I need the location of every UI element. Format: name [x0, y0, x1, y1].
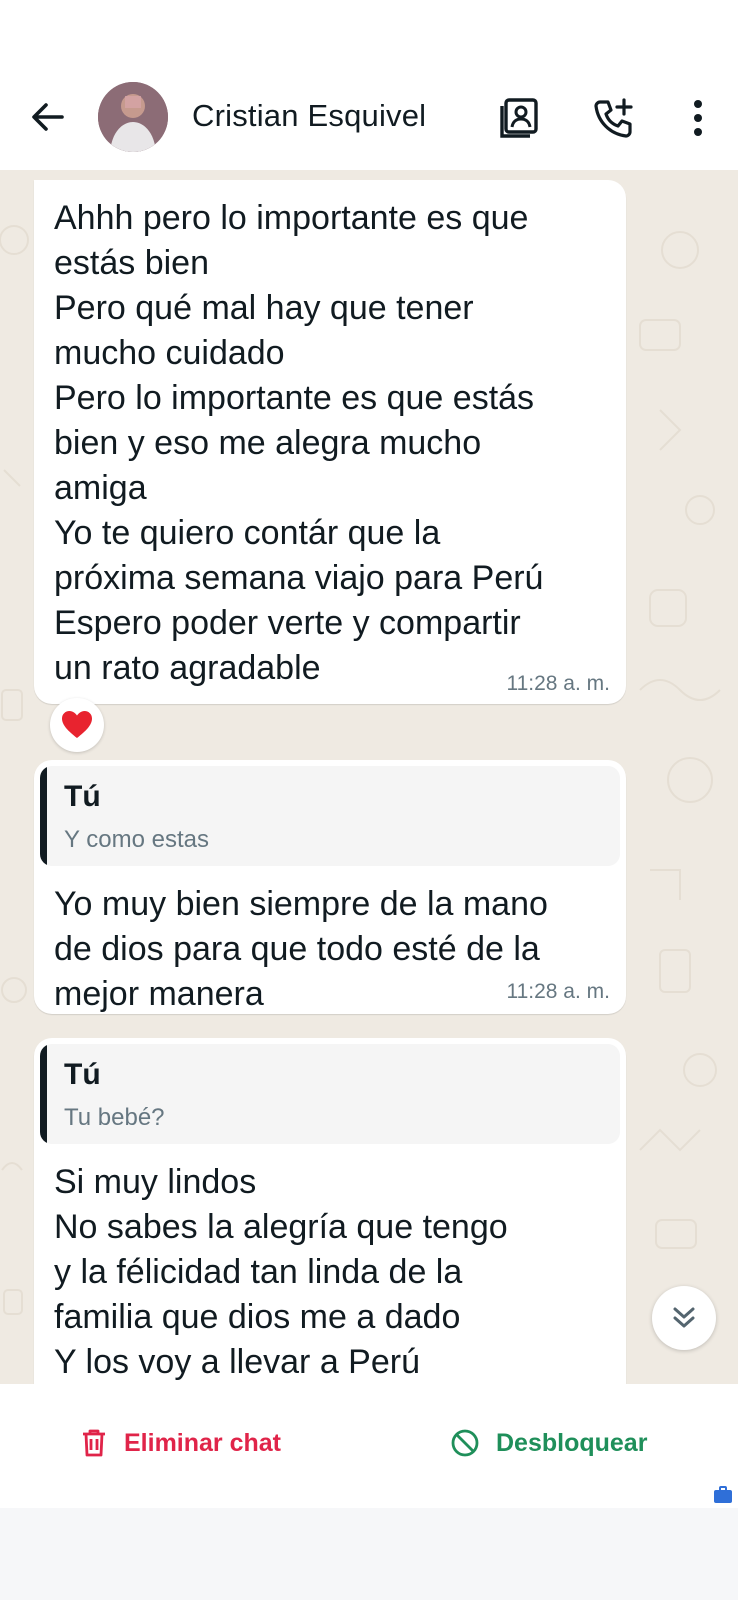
message-bubble[interactable]: Tú Tu bebé? Si muy lindos No sabes la al…: [34, 1038, 626, 1384]
reaction-heart[interactable]: [50, 698, 104, 752]
quote-text: Tu bebé?: [64, 1104, 165, 1131]
briefcase-icon: [714, 1486, 732, 1503]
unblock-button[interactable]: Desbloquear: [450, 1428, 647, 1458]
add-call-icon[interactable]: [592, 96, 636, 140]
scroll-to-bottom-button[interactable]: [652, 1286, 716, 1350]
contact-card-icon[interactable]: [498, 96, 542, 140]
delete-chat-button[interactable]: Eliminar chat: [80, 1428, 281, 1458]
system-navigation-area: [0, 1508, 738, 1600]
quoted-message[interactable]: Tú Tu bebé?: [40, 1044, 620, 1144]
quote-text: Y como estas: [64, 826, 209, 853]
delete-chat-label: Eliminar chat: [124, 1428, 281, 1457]
quote-bar: [40, 1044, 47, 1144]
double-chevron-down-icon: [673, 1307, 695, 1328]
contact-name[interactable]: Cristian Esquivel: [192, 98, 426, 134]
back-arrow-icon[interactable]: [26, 95, 70, 139]
heart-icon: [62, 711, 92, 738]
quoted-message[interactable]: Tú Y como estas: [40, 766, 620, 866]
blocked-contact-actions: Eliminar chat Desbloquear: [0, 1384, 738, 1508]
chat-area[interactable]: Ahhh pero lo importante es que estás bie…: [0, 170, 738, 1384]
quote-author: Tú: [64, 1058, 101, 1091]
avatar[interactable]: [98, 82, 168, 152]
message-text: Ahhh pero lo importante es que estás bie…: [54, 199, 544, 687]
quote-bar: [40, 766, 47, 866]
message-timestamp: 11:28 a. m.: [506, 980, 610, 1003]
quote-author: Tú: [64, 780, 101, 813]
more-vert-icon[interactable]: [676, 96, 720, 140]
trash-icon: [83, 1429, 105, 1457]
chat-header: Cristian Esquivel: [0, 0, 738, 170]
message-timestamp: 11:28 a. m.: [506, 672, 610, 695]
message-text: Si muy lindos No sabes la alegría que te…: [54, 1163, 508, 1381]
message-bubble[interactable]: Ahhh pero lo importante es que estás bie…: [34, 180, 626, 704]
unblock-label: Desbloquear: [496, 1428, 648, 1457]
block-icon: [451, 1429, 479, 1457]
message-bubble[interactable]: Tú Y como estas Yo muy bien siempre de l…: [34, 760, 626, 1014]
